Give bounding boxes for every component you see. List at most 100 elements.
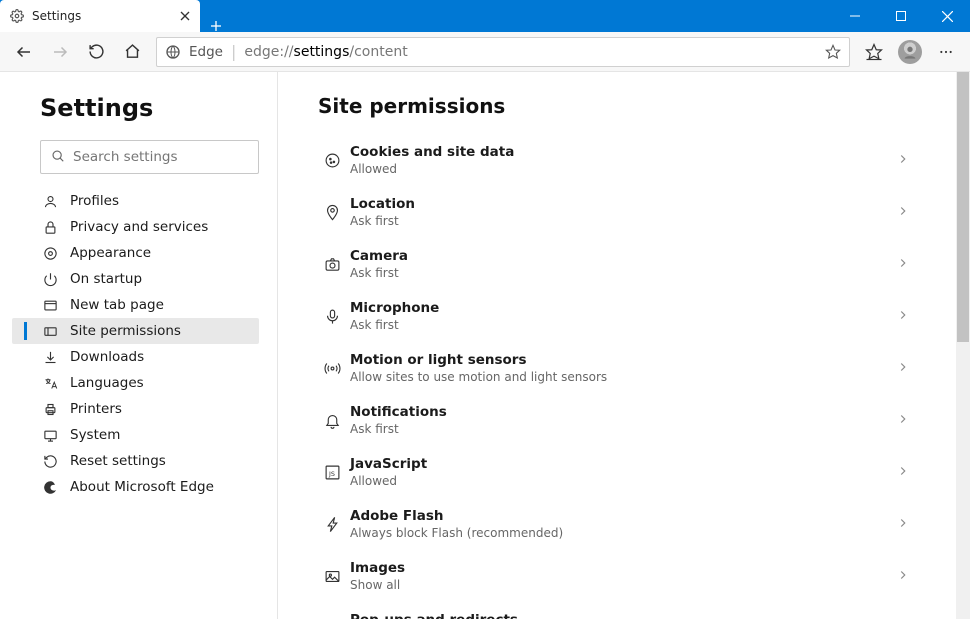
sidebar-item-site-permissions[interactable]: Site permissions — [12, 318, 259, 344]
permission-subtitle: Ask first — [350, 318, 896, 332]
sidebar-item-reset[interactable]: Reset settings — [12, 448, 259, 474]
permissions-list: Cookies and site dataAllowed LocationAsk… — [318, 134, 970, 619]
sidebar-item-startup[interactable]: On startup — [12, 266, 259, 292]
close-window-button[interactable] — [924, 0, 970, 32]
chevron-right-icon — [896, 255, 910, 274]
tab-title: Settings — [32, 9, 172, 23]
system-icon — [42, 427, 58, 443]
reset-icon — [42, 453, 58, 469]
profile-avatar[interactable] — [894, 36, 926, 68]
bell-icon — [318, 412, 346, 429]
permission-subtitle: Ask first — [350, 422, 896, 436]
address-bar[interactable]: Edge | edge://settings/content — [156, 37, 850, 67]
sidebar-item-label: Profiles — [70, 193, 119, 209]
menu-button[interactable] — [930, 36, 962, 68]
permission-title: Images — [350, 560, 896, 576]
permission-popups[interactable]: Pop-ups and redirectsBlocked — [318, 602, 910, 619]
search-container[interactable] — [40, 140, 259, 174]
settings-heading: Settings — [40, 94, 259, 122]
toolbar: Edge | edge://settings/content — [0, 32, 970, 72]
newtab-icon — [42, 297, 58, 313]
permission-title: Camera — [350, 248, 896, 264]
cookie-icon — [318, 152, 346, 169]
permission-title: Notifications — [350, 404, 896, 420]
edge-icon — [42, 479, 58, 495]
sidebar-menu: Profiles Privacy and services Appearance… — [12, 188, 259, 500]
sidebar-item-label: Languages — [70, 375, 144, 391]
tabstrip: Settings — [0, 0, 232, 32]
sensors-icon — [318, 360, 346, 377]
search-input[interactable] — [73, 149, 248, 165]
chevron-right-icon — [896, 463, 910, 482]
refresh-button[interactable] — [80, 36, 112, 68]
permission-title: Location — [350, 196, 896, 212]
favorite-star-icon[interactable] — [825, 44, 841, 60]
permission-location[interactable]: LocationAsk first — [318, 186, 910, 238]
minimize-button[interactable] — [832, 0, 878, 32]
permission-subtitle: Allowed — [350, 162, 896, 176]
permission-flash[interactable]: Adobe Flash Always block Flash (recommend… — [318, 498, 910, 550]
permission-subtitle: Allowed — [350, 474, 896, 488]
sidebar-item-appearance[interactable]: Appearance — [12, 240, 259, 266]
permission-sensors[interactable]: Motion or light sensorsAllow sites to us… — [318, 342, 910, 394]
back-button[interactable] — [8, 36, 40, 68]
content-area: Settings Profiles Privacy and services A… — [0, 72, 970, 619]
sidebar-item-system[interactable]: System — [12, 422, 259, 448]
power-icon — [42, 271, 58, 287]
permission-title: JavaScript — [350, 456, 896, 472]
new-tab-button[interactable] — [200, 20, 232, 32]
url-text: edge://settings/content — [244, 44, 407, 60]
sidebar-item-about[interactable]: About Microsoft Edge — [12, 474, 259, 500]
printer-icon — [42, 401, 58, 417]
forward-button[interactable] — [44, 36, 76, 68]
chevron-right-icon — [896, 203, 910, 222]
sidebar-item-downloads[interactable]: Downloads — [12, 344, 259, 370]
permission-title: Pop-ups and redirects — [350, 612, 896, 619]
tab-settings[interactable]: Settings — [0, 0, 200, 32]
permissions-icon — [42, 323, 58, 339]
search-icon — [51, 148, 65, 167]
permission-title: Adobe Flash — [350, 508, 896, 524]
permission-subtitle: Ask first — [350, 266, 896, 280]
microphone-icon — [318, 308, 346, 325]
chevron-right-icon — [896, 411, 910, 430]
permission-images[interactable]: ImagesShow all — [318, 550, 910, 602]
permission-cookies[interactable]: Cookies and site data Allowed — [318, 134, 910, 186]
sidebar-item-label: About Microsoft Edge — [70, 479, 214, 495]
javascript-icon: JS — [318, 464, 346, 481]
favorites-button[interactable] — [858, 36, 890, 68]
permission-title: Cookies and site data — [350, 144, 896, 160]
sidebar: Settings Profiles Privacy and services A… — [0, 72, 278, 619]
sidebar-item-privacy[interactable]: Privacy and services — [12, 214, 259, 240]
sidebar-item-label: New tab page — [70, 297, 164, 313]
site-identity-icon — [165, 44, 181, 60]
gear-icon — [10, 9, 24, 23]
permission-title: Microphone — [350, 300, 896, 316]
permission-javascript[interactable]: JS JavaScript Allowed — [318, 446, 910, 498]
permission-subtitle: Allow sites to use motion and light sens… — [350, 370, 896, 384]
permission-microphone[interactable]: Microphone Ask first — [318, 290, 910, 342]
sidebar-item-label: System — [70, 427, 120, 443]
home-button[interactable] — [116, 36, 148, 68]
titlebar: Settings — [0, 0, 970, 32]
permission-notifications[interactable]: Notifications Ask first — [318, 394, 910, 446]
language-icon — [42, 375, 58, 391]
permission-camera[interactable]: Camera Ask first — [318, 238, 910, 290]
sidebar-item-profiles[interactable]: Profiles — [12, 188, 259, 214]
maximize-button[interactable] — [878, 0, 924, 32]
scrollbar-thumb[interactable] — [957, 72, 969, 342]
sidebar-item-newtab[interactable]: New tab page — [12, 292, 259, 318]
scrollbar-track[interactable] — [956, 72, 970, 619]
sidebar-item-languages[interactable]: Languages — [12, 370, 259, 396]
chevron-right-icon — [896, 359, 910, 378]
sidebar-item-printers[interactable]: Printers — [12, 396, 259, 422]
sidebar-item-label: Site permissions — [70, 323, 181, 339]
chevron-right-icon — [896, 151, 910, 170]
image-icon — [318, 568, 346, 585]
svg-text:JS: JS — [327, 470, 334, 478]
location-icon — [318, 204, 346, 221]
close-tab-icon[interactable] — [180, 11, 190, 21]
sidebar-item-label: On startup — [70, 271, 142, 287]
permission-subtitle: Always block Flash (recommended) — [350, 526, 896, 540]
camera-icon — [318, 256, 346, 273]
